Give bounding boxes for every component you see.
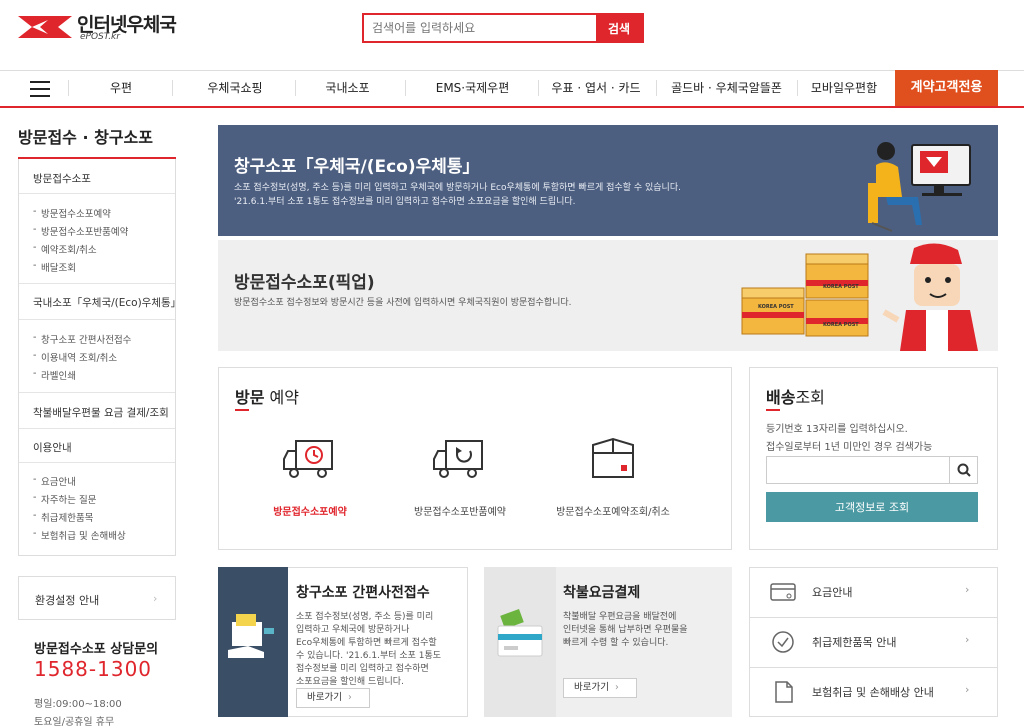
gnb-item-domestic-parcel[interactable]: 국내소포 bbox=[310, 70, 385, 106]
card-cod-line: 인터넷을 통해 납부하면 우편물을 bbox=[563, 625, 688, 635]
lnb-title: 방문접수 · 창구소포 bbox=[18, 128, 153, 147]
visit-title-underline bbox=[235, 409, 249, 411]
cs-hours: 평일:09:00~18:00 bbox=[34, 699, 122, 710]
chevron-right-icon: › bbox=[965, 583, 970, 596]
visit-panel-title: 방문 예약 bbox=[235, 388, 299, 407]
visit-lookup-link[interactable]: 방문접수소포예약조회/취소 bbox=[548, 503, 678, 518]
gnb-contract-customer[interactable]: 계약고객전용 bbox=[895, 70, 998, 106]
lnb-item-restricted[interactable]: - 취급제한품목 bbox=[33, 510, 93, 524]
gnb-item-shopping[interactable]: 우체국쇼핑 bbox=[190, 70, 280, 106]
left-nav: 방문접수소포 - 방문접수소포예약 - 방문접수소포반품예약 - 예약조회/취소 -배… bbox=[18, 159, 181, 556]
card-prereg-line: 수 있습니다. '21.6.1.부터 소포 1통도 bbox=[296, 651, 442, 661]
box-label: KOREA POST bbox=[823, 284, 859, 290]
card-prereg-line: 입력하고 우체국에 방문하거나 bbox=[296, 625, 410, 635]
mail-carrier-illustration-icon bbox=[882, 243, 978, 351]
lnb-item-delivery-track[interactable]: - 배달조회 bbox=[33, 260, 76, 274]
quick-link-insurance[interactable]: 보험취급 및 손해배상 안내 › bbox=[749, 667, 998, 717]
truck-clock-icon[interactable] bbox=[282, 437, 338, 481]
box-lookup-icon[interactable] bbox=[585, 437, 641, 481]
card-prereg-line: Eco우체통에 투함하면 빠르게 접수할 bbox=[296, 638, 437, 648]
chevron-right-icon: › bbox=[965, 633, 970, 646]
lnb-item-visit-return[interactable]: - 방문접수소포반품예약 bbox=[33, 224, 128, 238]
card-cod-go-button[interactable]: 바로가기 › bbox=[563, 678, 637, 698]
card-prereg-line: 소포 접수정보(성명, 주소 등)를 미리 bbox=[296, 612, 434, 622]
cs-phone: 1588-1300 bbox=[34, 657, 153, 681]
chevron-right-icon: › bbox=[965, 683, 970, 696]
banner-window-title: 창구소포「우체국/(Eco)우체통」 bbox=[234, 157, 480, 177]
lnb-item-prereg[interactable]: - 창구소포 간편사전접수 bbox=[33, 332, 131, 346]
parcel-hand-icon bbox=[228, 614, 274, 658]
env-settings-label[interactable]: 환경설정 안내 bbox=[35, 592, 99, 608]
lnb-section-cod-payment[interactable]: 착불배달우편물 요금 결제/조회 bbox=[33, 405, 169, 420]
gnb-item-ems[interactable]: EMS·국제우편 bbox=[420, 70, 525, 106]
card-cod-line: 빠르게 수령 할 수 있습니다. bbox=[563, 638, 669, 648]
lnb-section-visit-parcel[interactable]: 방문접수소포 bbox=[33, 171, 91, 186]
gnb-item-mobile-mailbox[interactable]: 모바일우편함 bbox=[808, 70, 880, 106]
check-circle-icon bbox=[772, 631, 794, 653]
gnb-item-mail[interactable]: 우편 bbox=[85, 70, 157, 106]
card-icon bbox=[770, 583, 796, 601]
quick-link-restricted[interactable]: 취급제한품목 안내 › bbox=[749, 617, 998, 667]
banner-pickup-title: 방문접수소포(픽업) bbox=[234, 273, 375, 293]
hamburger-menu-icon[interactable] bbox=[30, 81, 50, 97]
quick-link-fees[interactable]: 요금안내 › bbox=[749, 567, 998, 617]
banner-window-desc2: '21.6.1.부터 소포 1통도 접수정보를 미리 입력하고 접수하면 소포요… bbox=[234, 197, 576, 207]
epost-logo-icon[interactable] bbox=[18, 14, 72, 40]
chevron-right-icon: › bbox=[153, 592, 158, 605]
box-label: KOREA POST bbox=[758, 304, 794, 310]
delivery-desc1: 등기번호 13자리를 입력하십시오. bbox=[766, 424, 908, 435]
search-bar: 검색 bbox=[362, 13, 644, 43]
tracking-number-input[interactable] bbox=[767, 457, 949, 483]
lnb-section-guide[interactable]: 이용안내 bbox=[33, 440, 72, 455]
card-cod-line: 착불배달 우편요금을 배달전에 bbox=[563, 612, 677, 622]
computer-user-illustration-icon bbox=[868, 142, 971, 232]
document-icon bbox=[775, 681, 793, 703]
lnb-item-fees[interactable]: - 요금안내 bbox=[33, 474, 76, 488]
card-cod-title: 착불요금결제 bbox=[563, 585, 641, 601]
customer-info-lookup-button[interactable]: 고객정보로 조회 bbox=[766, 492, 978, 522]
card-prereg-go-button[interactable]: 바로가기 › bbox=[296, 688, 370, 708]
gnb-item-stamps[interactable]: 우표 · 엽서 · 카드 bbox=[550, 70, 642, 106]
box-label: KOREA POST bbox=[823, 322, 859, 328]
quick-link-label: 보험취급 및 손해배상 안내 bbox=[812, 686, 934, 699]
tracking-search bbox=[766, 456, 978, 484]
cs-title: 방문접수소포 상담문의 bbox=[34, 642, 159, 657]
delivery-panel-title: 배송조회 bbox=[766, 388, 825, 407]
banner-pickup-desc: 방문접수소포 접수정보와 방문시간 등을 사전에 입력하시면 우체국직원이 방문… bbox=[234, 298, 572, 308]
gnb-item-goldbar-phone[interactable]: 골드바 · 우체국알뜰폰 bbox=[668, 70, 785, 106]
search-icon[interactable] bbox=[949, 457, 977, 483]
lnb-section-domestic-parcel[interactable]: 국내소포「우체국/(Eco)우체통」 bbox=[33, 295, 181, 310]
card-prereg-line: 접수정보를 미리 입력하고 접수하면 bbox=[296, 664, 429, 674]
lnb-item-visit-reserve[interactable]: - 방문접수소포예약 bbox=[33, 206, 111, 220]
lnb-item-label-print[interactable]: - 라벨인쇄 bbox=[33, 368, 76, 382]
banner-window-desc1: 소포 접수정보(성명, 주소 등)를 미리 입력하고 우체국에 방문하거나 Ec… bbox=[234, 183, 681, 193]
visit-reserve-link[interactable]: 방문접수소포예약 bbox=[260, 503, 360, 518]
card-prereg-title: 창구소포 간편사전접수 bbox=[296, 585, 430, 601]
delivery-desc2: 접수일로부터 1년 미만인 경우 검색가능 bbox=[766, 442, 933, 453]
lnb-item-reserve-lookup[interactable]: - 예약조회/취소 bbox=[33, 242, 97, 256]
lnb-item-faq[interactable]: - 자주하는 질문 bbox=[33, 492, 96, 506]
lnb-item-insurance[interactable]: - 보험취급 및 손해배상 bbox=[33, 528, 126, 542]
card-prereg-line: 소포요금을 할인해 드립니다. bbox=[296, 677, 404, 687]
quick-link-label: 취급제한품목 안내 bbox=[812, 636, 897, 649]
visit-return-link[interactable]: 방문접수소포반품예약 bbox=[405, 503, 515, 518]
lnb-item-history[interactable]: - 이용내역 조회/취소 bbox=[33, 350, 117, 364]
search-button[interactable]: 검색 bbox=[596, 15, 642, 41]
parcel-boxes-illustration-icon bbox=[741, 253, 869, 337]
delivery-title-underline bbox=[766, 409, 780, 411]
logo-subtitle: ePOST.kr bbox=[80, 32, 120, 42]
payment-card-icon bbox=[497, 609, 543, 657]
quick-link-label: 요금안내 bbox=[812, 586, 853, 599]
truck-return-icon[interactable] bbox=[432, 437, 488, 481]
search-input[interactable] bbox=[364, 15, 596, 41]
